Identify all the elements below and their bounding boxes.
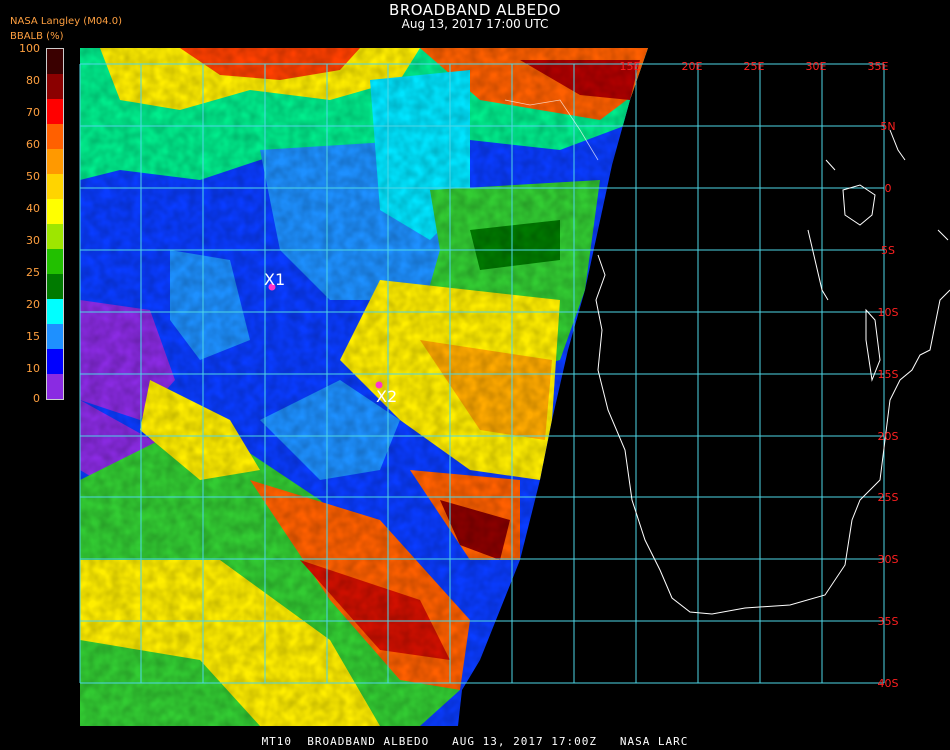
latitude-label: 5N — [880, 120, 895, 133]
longitude-label: 30E — [806, 60, 827, 73]
svg-text:X1: X1 — [264, 270, 285, 289]
longitude-label: 25E — [744, 60, 765, 73]
latitude-label: 25S — [878, 491, 899, 504]
albedo-map: 15E 20E 25E 30E 35E 5N 0 5S 10S 15S 20S 25S 30S 35S 40… — [79, 48, 950, 726]
latitude-label: 5S — [881, 244, 895, 257]
latitude-label: 15S — [878, 368, 899, 381]
latitude-label: 30S — [878, 553, 899, 566]
longitude-label: 15E — [620, 60, 641, 73]
latitude-label: 40S — [878, 677, 899, 690]
latitude-label: 20S — [878, 430, 899, 443]
latitude-label: 10S — [878, 306, 899, 319]
grid-labels: 15E 20E 25E 30E 35E 5N 0 5S 10S 15S 20S 25S 30S 35S 40… — [620, 60, 899, 690]
longitude-label: 35E — [868, 60, 889, 73]
satellite-swath — [80, 48, 648, 726]
svg-text:X2: X2 — [376, 387, 397, 406]
marker-x1: X1 — [264, 270, 285, 291]
longitude-label: 20E — [682, 60, 703, 73]
latitude-label: 35S — [878, 615, 899, 628]
footer-caption: MT10 BROADBAND ALBEDO AUG 13, 2017 17:00… — [261, 735, 689, 748]
latitude-label: 0 — [885, 182, 892, 195]
